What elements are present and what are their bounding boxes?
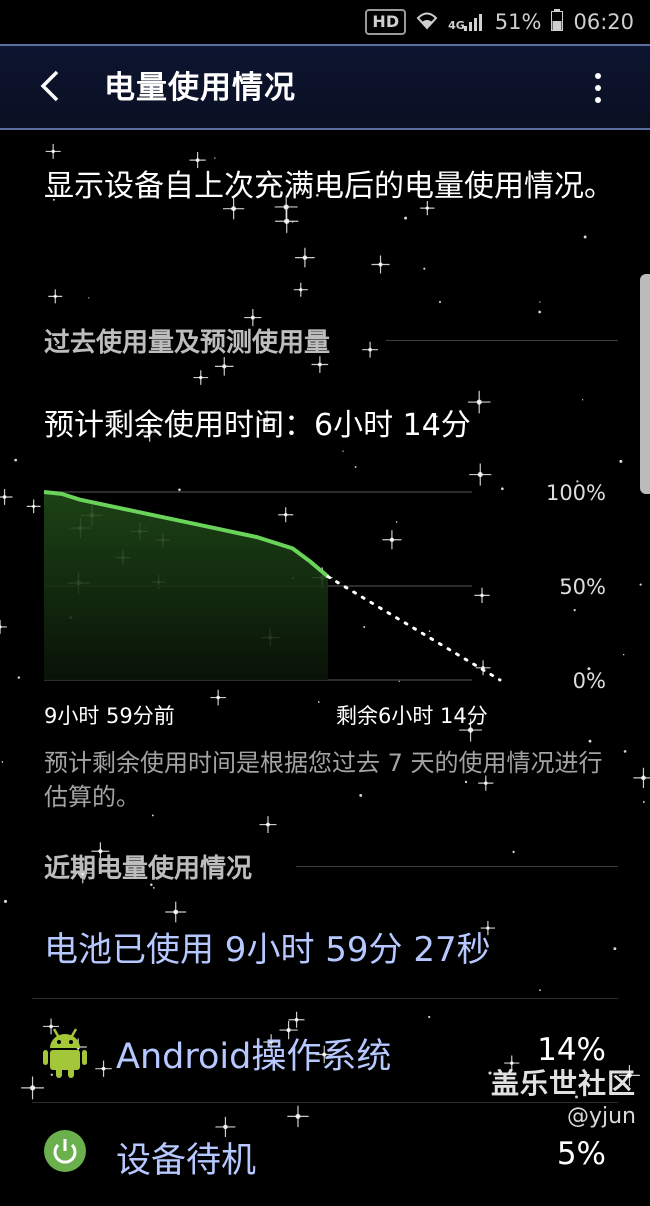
more-dot — [595, 73, 601, 79]
star — [512, 850, 515, 854]
star — [293, 282, 308, 297]
star — [467, 390, 491, 414]
x-axis-start-label: 9小时 59分前 — [44, 704, 175, 728]
star — [423, 267, 426, 270]
star — [1, 761, 4, 763]
app-percent: 5% — [556, 1136, 606, 1172]
x-axis-end-label: 剩余6小时 14分 — [336, 704, 488, 728]
app-bar: 电量使用情况 — [0, 44, 650, 130]
star — [295, 247, 315, 268]
estimate-note: 预计剩余使用时间是根据您过去 7 天的使用情况进行估算的。 — [44, 749, 603, 811]
star — [275, 209, 299, 233]
star — [404, 216, 408, 220]
clock: 06:20 — [573, 10, 634, 34]
y-tick-label: 0% — [573, 669, 606, 693]
hd-badge: HD — [365, 9, 407, 35]
star — [362, 341, 379, 358]
app-name: 设备待机 — [116, 1141, 257, 1181]
status-bar: HD 4G 51% 06:20 — [0, 0, 650, 44]
star — [259, 816, 277, 834]
star — [214, 157, 216, 159]
power-icon — [42, 1128, 88, 1180]
list-divider — [32, 1102, 618, 1103]
star — [14, 458, 18, 462]
star — [539, 989, 541, 992]
y-tick-label: 50% — [559, 575, 606, 599]
star — [539, 301, 541, 303]
star — [371, 255, 390, 274]
app-usage-item[interactable]: 设备待机 5% — [0, 1106, 650, 1206]
back-button[interactable] — [28, 64, 72, 108]
star — [88, 297, 90, 299]
predicted-line — [326, 575, 502, 682]
app-name: Android操作系统 — [116, 1037, 392, 1077]
estimated-remaining-time: 预计剩余使用时间：6小时 14分 — [44, 408, 471, 443]
page-title: 电量使用情况 — [104, 70, 296, 106]
star — [583, 235, 587, 239]
star — [613, 947, 617, 951]
star — [292, 221, 294, 223]
wifi-icon — [416, 10, 438, 35]
star — [165, 901, 187, 923]
battery-icon — [551, 8, 564, 36]
signal-indicator: 4G — [448, 12, 485, 32]
signal-icon — [463, 14, 482, 31]
more-dot — [595, 85, 601, 91]
star — [623, 750, 627, 753]
star — [45, 143, 61, 159]
star — [619, 459, 623, 463]
star — [152, 887, 155, 889]
star — [438, 300, 442, 303]
star — [354, 466, 357, 468]
y-tick-label: 100% — [546, 481, 606, 505]
star — [193, 370, 209, 385]
more-options-button[interactable] — [580, 68, 616, 108]
page-description: 显示设备自上次充满电后的电量使用情况。 — [44, 169, 614, 204]
star — [642, 801, 645, 803]
star — [48, 289, 63, 304]
star — [633, 767, 650, 789]
scroll-handle[interactable] — [640, 274, 650, 494]
star — [151, 814, 154, 817]
more-dot — [595, 97, 601, 103]
star — [3, 899, 8, 903]
list-divider — [32, 998, 618, 999]
battery-percent: 51% — [494, 10, 542, 34]
section-divider — [296, 866, 618, 867]
section-header-past-usage: 过去使用量及预测使用量 — [44, 327, 331, 358]
star — [581, 399, 584, 401]
star — [538, 310, 541, 314]
watermark-user: @yjun — [566, 1104, 636, 1129]
section-divider — [386, 340, 618, 341]
section-header-recent-usage: 近期电量使用情况 — [44, 853, 253, 884]
battery-used-duration: 电池已使用 9小时 59分 27秒 — [44, 930, 491, 970]
watermark-site: 盖乐世社区 — [490, 1067, 636, 1100]
android-icon — [42, 1026, 88, 1078]
star — [588, 739, 592, 743]
battery-chart: 100% 50% 0% — [43, 481, 606, 693]
star — [342, 450, 344, 452]
chevron-left-icon — [40, 70, 59, 102]
